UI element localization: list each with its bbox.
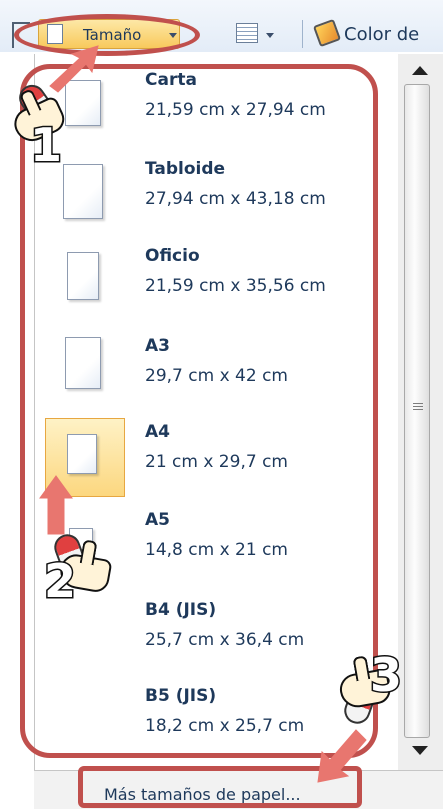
- step-number: 2: [42, 553, 77, 610]
- arrow-step1: [49, 45, 99, 93]
- arrow-step2: [39, 475, 73, 535]
- arrow-step3: [317, 729, 367, 783]
- step-number: 3: [368, 647, 403, 704]
- step-number: 1: [28, 117, 63, 174]
